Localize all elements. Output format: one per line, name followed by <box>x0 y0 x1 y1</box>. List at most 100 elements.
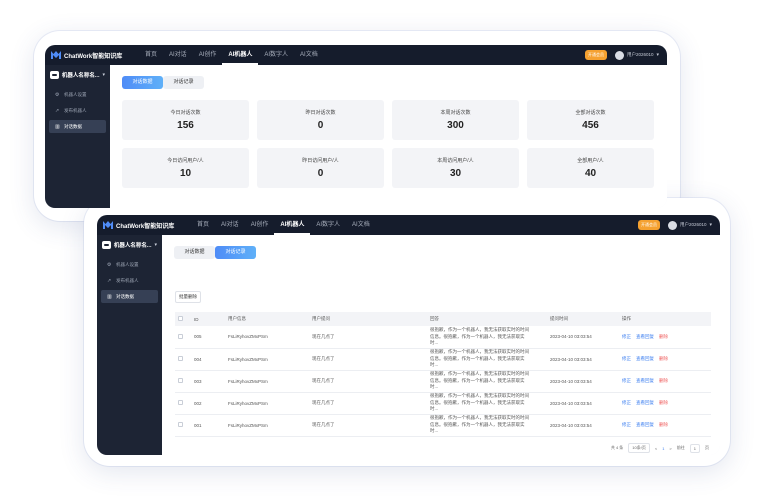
row-checkbox[interactable] <box>175 348 191 371</box>
user-area: 开通会员 用户2026010 ▾ <box>637 220 712 230</box>
nav-ai-doc[interactable]: AI文档 <box>346 215 376 235</box>
row-checkbox[interactable] <box>175 392 191 415</box>
table-row: 001 FsLiRyhovZMxPSm 现在几点了 很抱歉，作为一个机器人，我无… <box>175 414 711 437</box>
vip-badge[interactable]: 开通会员 <box>637 220 660 230</box>
delete-link[interactable]: 删除 <box>659 400 668 405</box>
user-name[interactable]: 用户2026010 <box>680 222 707 228</box>
cell-answer: 很抱歉，作为一个机器人，我无法获取实时的时间信息。很抱歉，作为一个机器人，我无法… <box>427 392 547 415</box>
window-dialogue-records: ChatWork智能知识库 首页 AI对话 AI创作 AI机器人 AI数字人 A… <box>97 215 720 455</box>
nav-ai-chat[interactable]: AI对话 <box>163 45 193 65</box>
col-actions: 操作 <box>619 312 711 326</box>
select-all-checkbox[interactable] <box>175 312 191 326</box>
delete-link[interactable]: 删除 <box>659 334 668 339</box>
nav-home[interactable]: 首页 <box>191 215 215 235</box>
col-id: ID <box>191 312 225 326</box>
tab-dialogue-records[interactable]: 对话记录 <box>215 246 256 259</box>
logo-icon <box>51 51 61 59</box>
cell-user: FsLiRyhovZMxPSm <box>225 370 309 393</box>
stat-card: 今日访问用户/人 10 <box>122 148 249 188</box>
sidebar-item-label: 机器人设置 <box>116 261 139 267</box>
view-reply-link[interactable]: 查看回复 <box>636 422 654 427</box>
cell-answer: 很抱歉，作为一个机器人，我无法获取实时的时间信息。很抱歉，作为一个机器人，我无法… <box>427 326 547 349</box>
stat-value: 456 <box>582 120 599 131</box>
row-checkbox[interactable] <box>175 414 191 437</box>
cell-actions: 修正 查看回复 删除 <box>619 392 711 415</box>
stat-label: 本周访问用户/人 <box>437 158 474 164</box>
stat-card: 全部用户/人 40 <box>527 148 654 188</box>
edit-link[interactable]: 修正 <box>622 356 631 361</box>
logo[interactable]: ChatWork智能知识库 <box>51 51 139 60</box>
stats-grid: 今日对话次数 156 昨日对话次数 0 本周对话次数 300 全部对话次数 456 今日… <box>122 100 654 188</box>
tab-dialogue-data[interactable]: 对话数据 <box>122 76 163 89</box>
total-count: 共 4 条 <box>610 445 624 450</box>
cell-id: 001 <box>191 414 225 437</box>
table-row: 004 FsLiRyhovZMxPSm 现在几点了 很抱歉，作为一个机器人，我无… <box>175 348 711 371</box>
answer-text: 很抱歉，作为一个机器人，我无法获取实时的时间信息。很抱歉，作为一个机器人，我无法… <box>430 371 529 390</box>
cell-id: 003 <box>191 370 225 393</box>
logo[interactable]: ChatWork智能知识库 <box>103 221 191 230</box>
chevron-down-icon[interactable]: ▾ <box>656 52 659 58</box>
main-nav: 首页 AI对话 AI创作 AI机器人 AI数字人 AI文档 <box>139 45 324 65</box>
row-checkbox[interactable] <box>175 326 191 349</box>
cell-id: 005 <box>191 326 225 349</box>
cell-user: FsLiRyhovZMxPSm <box>225 348 309 371</box>
nav-ai-human[interactable]: AI数字人 <box>258 45 294 65</box>
sidebar-item-bot-settings[interactable]: ⚙ 机器人设置 <box>49 88 106 101</box>
sidebar-item-dialogue-data[interactable]: ▥ 对话数据 <box>101 290 158 303</box>
avatar[interactable] <box>614 50 624 60</box>
edit-link[interactable]: 修正 <box>622 334 631 339</box>
sidebar-item-publish[interactable]: ↗ 发布机器人 <box>101 274 158 287</box>
user-area: 开通会员 用户2026010 ▾ <box>584 50 659 60</box>
view-reply-link[interactable]: 查看回复 <box>636 356 654 361</box>
page-size-select[interactable]: 10条/页 <box>628 443 650 453</box>
view-reply-link[interactable]: 查看回复 <box>636 334 654 339</box>
nav-ai-human[interactable]: AI数字人 <box>310 215 346 235</box>
col-user: 用户信息 <box>225 312 309 326</box>
nav-home[interactable]: 首页 <box>139 45 163 65</box>
page-number[interactable]: 1 <box>662 446 664 451</box>
delete-link[interactable]: 删除 <box>659 356 668 361</box>
avatar[interactable] <box>667 220 677 230</box>
bot-selector[interactable]: 机器人名称名... ▾ <box>97 235 162 255</box>
view-reply-link[interactable]: 查看回复 <box>636 378 654 383</box>
goto-page-input[interactable]: 1 <box>689 443 700 453</box>
cell-user: FsLiRyhovZMxPSm <box>225 392 309 415</box>
tab-dialogue-records[interactable]: 对话记录 <box>163 76 204 89</box>
chevron-down-icon[interactable]: ▾ <box>709 222 712 228</box>
tab-bar: 对话数据 对话记录 <box>174 246 256 259</box>
sidebar-item-bot-settings[interactable]: ⚙ 机器人设置 <box>101 258 158 271</box>
view-reply-link[interactable]: 查看回复 <box>636 400 654 405</box>
row-checkbox[interactable] <box>175 370 191 393</box>
edit-link[interactable]: 修正 <box>622 378 631 383</box>
main-nav: 首页 AI对话 AI创作 AI机器人 AI数字人 AI文档 <box>191 215 376 235</box>
user-name[interactable]: 用户2026010 <box>627 52 654 58</box>
bot-selector[interactable]: 机器人名称名... ▾ <box>45 65 110 85</box>
stat-card: 本周对话次数 300 <box>392 100 519 140</box>
nav-ai-chat[interactable]: AI对话 <box>215 215 245 235</box>
sidebar-item-dialogue-data[interactable]: ▥ 对话数据 <box>49 120 106 133</box>
stat-value: 300 <box>447 120 464 131</box>
nav-ai-create[interactable]: AI创作 <box>193 45 223 65</box>
sidebar-item-label: 发布机器人 <box>116 277 139 283</box>
nav-ai-create[interactable]: AI创作 <box>245 215 275 235</box>
batch-delete-button[interactable]: 批量删除 <box>175 291 201 303</box>
stat-label: 今日对话次数 <box>170 110 201 116</box>
nav-ai-robot[interactable]: AI机器人 <box>274 215 311 235</box>
sidebar-item-publish[interactable]: ↗ 发布机器人 <box>49 104 106 117</box>
edit-link[interactable]: 修正 <box>622 422 631 427</box>
col-time: 提问时间 <box>547 312 619 326</box>
cell-answer: 很抱歉，作为一个机器人，我无法获取实时的时间信息。很抱歉，作为一个机器人，我无法… <box>427 414 547 437</box>
nav-ai-doc[interactable]: AI文档 <box>294 45 324 65</box>
nav-ai-robot[interactable]: AI机器人 <box>222 45 259 65</box>
next-page-button[interactable]: > <box>669 446 671 451</box>
delete-link[interactable]: 删除 <box>659 378 668 383</box>
stat-value: 156 <box>177 120 194 131</box>
tab-bar: 对话数据 对话记录 <box>122 76 204 89</box>
cell-time: 2023-04-10 03:03:54 <box>547 326 619 349</box>
tab-dialogue-data[interactable]: 对话数据 <box>174 246 215 259</box>
edit-link[interactable]: 修正 <box>622 400 631 405</box>
prev-page-button[interactable]: < <box>655 446 657 451</box>
delete-link[interactable]: 删除 <box>659 422 668 427</box>
stat-value: 0 <box>317 120 324 131</box>
vip-badge[interactable]: 开通会员 <box>584 50 607 60</box>
